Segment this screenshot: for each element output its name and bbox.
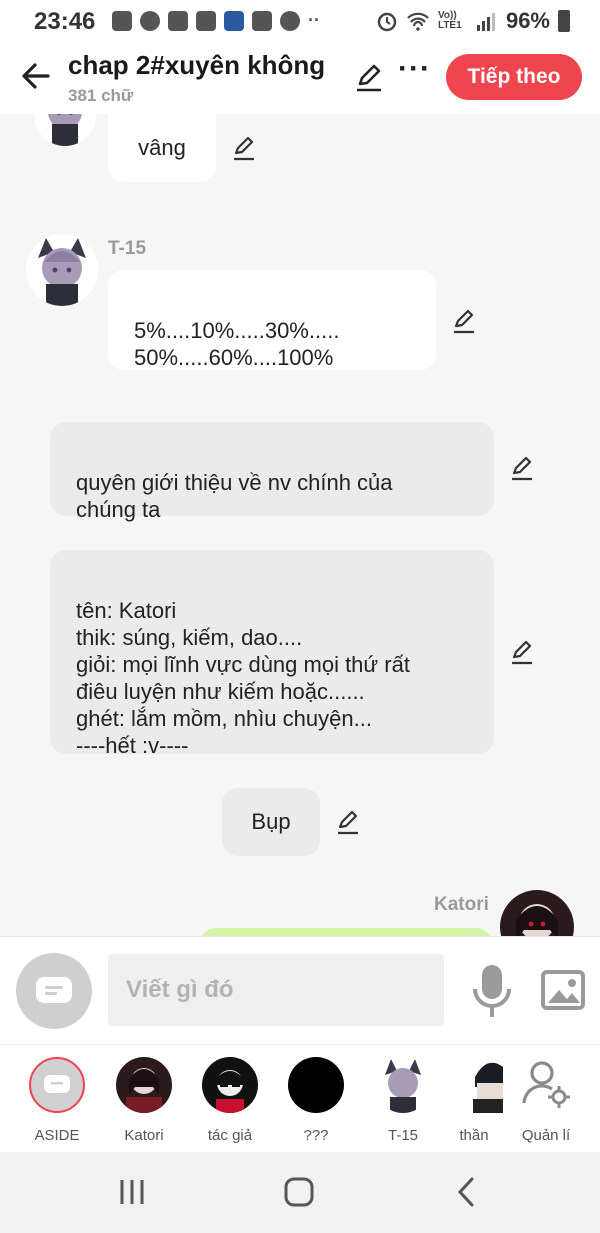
character-label: ASIDE bbox=[34, 1127, 80, 1144]
character-t15[interactable]: T-15 bbox=[363, 1057, 443, 1144]
recent-apps-icon[interactable] bbox=[116, 1176, 148, 1208]
user-settings-icon bbox=[522, 1061, 570, 1108]
signal-icon bbox=[476, 13, 495, 31]
news-app-icon bbox=[168, 10, 188, 31]
avatar-katori bbox=[500, 890, 574, 936]
speaker-name: T-15 bbox=[108, 238, 147, 259]
edit-title-icon[interactable] bbox=[352, 60, 386, 94]
chat-area[interactable]: vâng T-15 5%....10%.....30%..... 50%....… bbox=[0, 114, 600, 936]
next-button[interactable]: Tiếp theo bbox=[446, 54, 582, 100]
avatar bbox=[288, 1057, 344, 1113]
character-label: tác giả bbox=[207, 1127, 253, 1144]
shield-app-icon bbox=[224, 10, 244, 31]
narration-text: tên: Katori thik: súng, kiếm, dao.... gi… bbox=[76, 598, 410, 758]
avatar-t15 bbox=[26, 234, 98, 306]
edit-message-icon[interactable] bbox=[230, 134, 258, 162]
character-selector: ASIDE Katori tác giả ??? T-15 thần Quản … bbox=[0, 1044, 600, 1152]
character-manage[interactable]: Quản lí bbox=[506, 1057, 586, 1144]
battery-percent: 96% bbox=[505, 8, 550, 33]
avatar bbox=[202, 1057, 258, 1113]
avatar bbox=[116, 1057, 172, 1113]
character-katori[interactable]: Katori bbox=[104, 1057, 184, 1144]
status-time: 23:46 bbox=[34, 8, 96, 35]
avatar-t15 bbox=[34, 114, 96, 146]
system-nav-bar bbox=[0, 1152, 600, 1233]
image-icon[interactable] bbox=[540, 969, 586, 1011]
edit-message-icon[interactable] bbox=[508, 454, 536, 482]
character-label: T-15 bbox=[387, 1127, 418, 1144]
narration-text: quyên giới thiệu về nv chính của chúng t… bbox=[76, 470, 393, 522]
more-notifications-icon: ·· bbox=[308, 10, 320, 30]
home-icon[interactable] bbox=[283, 1176, 315, 1208]
narration-bubble[interactable]: tên: Katori thik: súng, kiếm, dao.... gi… bbox=[50, 550, 494, 758]
character-label: thần bbox=[459, 1127, 489, 1144]
sound-bubble[interactable]: Bụp bbox=[222, 788, 320, 856]
message-bubble[interactable]: 5%....10%.....30%..... 50%.....60%....10… bbox=[108, 270, 436, 370]
status-bar: 23:46 ·· Vo)) LTE1 96% bbox=[0, 0, 600, 44]
back-arrow-icon[interactable] bbox=[18, 58, 54, 94]
more-options-icon[interactable]: ··· bbox=[398, 52, 431, 86]
network-label: Vo)) LTE1 bbox=[437, 10, 462, 31]
message-text: 5%....10%.....30%..... 50%.....60%....10… bbox=[134, 318, 340, 370]
app-m-icon bbox=[280, 10, 300, 31]
edit-message-icon[interactable] bbox=[508, 638, 536, 666]
check-app-icon bbox=[252, 10, 272, 31]
avatar bbox=[29, 1057, 85, 1113]
alarm-icon bbox=[377, 12, 397, 32]
character-than[interactable]: thần bbox=[434, 1057, 514, 1144]
word-count: 381 chữ bbox=[68, 86, 134, 105]
wifi-icon bbox=[407, 12, 429, 31]
avatar bbox=[375, 1057, 431, 1113]
speaker-name: Katori bbox=[434, 894, 489, 915]
character-author[interactable]: tác giả bbox=[190, 1057, 270, 1144]
aside-toggle-button[interactable] bbox=[16, 953, 92, 1029]
back-icon[interactable] bbox=[454, 1176, 478, 1208]
character-label: ??? bbox=[303, 1127, 329, 1144]
battery-icon bbox=[558, 10, 570, 32]
tiktok-icon bbox=[196, 10, 216, 31]
character-aside[interactable]: ASIDE bbox=[17, 1057, 97, 1144]
header-bar: chap 2#xuyên không 381 chữ ··· Tiếp theo bbox=[0, 44, 600, 114]
character-unknown[interactable]: ??? bbox=[276, 1057, 356, 1144]
character-label: Katori bbox=[124, 1127, 164, 1144]
edit-message-icon[interactable] bbox=[334, 808, 362, 836]
message-bubble-right[interactable] bbox=[200, 928, 492, 936]
page-title: chap 2#xuyên không bbox=[68, 50, 326, 80]
message-text: vâng bbox=[138, 135, 186, 160]
avatar bbox=[518, 1057, 574, 1113]
message-bubble[interactable]: vâng bbox=[108, 114, 216, 182]
chat-bubble-icon bbox=[36, 977, 72, 1003]
bag-icon bbox=[112, 10, 132, 31]
edit-message-icon[interactable] bbox=[450, 307, 478, 335]
sound-text: Bụp bbox=[251, 809, 291, 834]
microphone-icon[interactable] bbox=[470, 963, 514, 1019]
message-input[interactable] bbox=[108, 954, 444, 1026]
character-label: Quản lí bbox=[521, 1127, 571, 1144]
messenger-icon bbox=[140, 10, 160, 31]
chat-bubble-icon bbox=[44, 1075, 70, 1093]
narration-bubble[interactable]: quyên giới thiệu về nv chính của chúng t… bbox=[50, 422, 494, 522]
message-composer bbox=[0, 936, 600, 1044]
